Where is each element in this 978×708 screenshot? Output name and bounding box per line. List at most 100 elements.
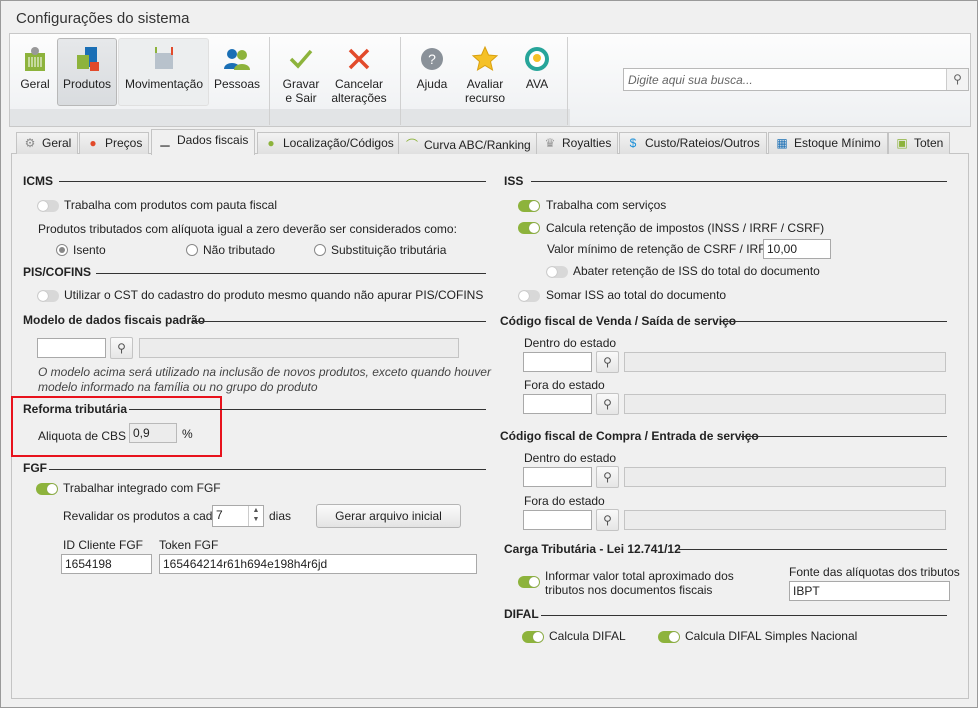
- difal-simples-toggle[interactable]: [658, 631, 680, 643]
- venda-fora-lookup[interactable]: ⚲: [596, 393, 619, 415]
- lightbulb-icon: [525, 47, 549, 71]
- ava-button[interactable]: AVA: [515, 38, 559, 106]
- pauta-fiscal-toggle[interactable]: [37, 200, 59, 212]
- tab-curva-abc[interactable]: ⌒ Curva ABC/Ranking: [398, 132, 538, 154]
- people-icon: [224, 49, 250, 70]
- cart-icon: ▣: [896, 136, 908, 150]
- venda-dentro-description: [624, 352, 946, 372]
- avaliar-recurso-button[interactable]: Avaliar recurso: [461, 38, 509, 106]
- divider: [193, 321, 486, 322]
- tab-dados-fiscais[interactable]: ▁ Dados fiscais: [151, 129, 256, 155]
- revalidar-label: Revalidar os produtos a cada: [63, 509, 220, 523]
- aliquota-zero-label: Produtos tributados com alíquota igual a…: [38, 222, 457, 236]
- modelo-heading: Modelo de dados fiscais padrão: [23, 313, 206, 327]
- svg-text:?: ?: [428, 51, 436, 67]
- carga-heading: Carga Tributária - Lei 12.741/12: [504, 542, 681, 556]
- abater-toggle[interactable]: [546, 266, 568, 278]
- radio-substituicao[interactable]: [314, 244, 326, 256]
- revalidar-dias-stepper[interactable]: 7 ▲ ▼: [212, 505, 264, 527]
- id-cliente-label: ID Cliente FGF: [63, 538, 144, 552]
- ajuda-button[interactable]: ? Ajuda: [411, 38, 453, 106]
- compra-dentro-input[interactable]: [523, 467, 592, 487]
- valor-minimo-input[interactable]: 10,00: [763, 239, 831, 259]
- tab-precos[interactable]: ● Preços: [79, 132, 150, 154]
- curve-icon: ⌒: [405, 138, 418, 152]
- window-title: Configurações do sistema: [16, 10, 190, 27]
- divider: [129, 409, 486, 410]
- radio-nao-tributado-label: Não tributado: [203, 243, 276, 257]
- gear-icon: ⚙: [24, 136, 36, 150]
- divider: [96, 273, 486, 274]
- crown-icon: ♛: [544, 136, 556, 150]
- gravar-sair-button[interactable]: Gravar e Sair: [278, 38, 324, 106]
- toolbar-separator: [567, 37, 568, 125]
- compra-heading: Código fiscal de Compra / Entrada de ser…: [500, 429, 759, 443]
- calcula-difal-label: Calcula DIFAL: [549, 629, 626, 643]
- venda-dentro-label: Dentro do estado: [524, 336, 617, 350]
- person-icon: ●: [267, 136, 275, 150]
- chart-icon: ▁: [160, 133, 170, 147]
- search-icon: ⚲: [117, 341, 126, 355]
- servicos-toggle[interactable]: [518, 200, 540, 212]
- cst-toggle[interactable]: [37, 290, 59, 302]
- retencao-toggle[interactable]: [518, 222, 540, 234]
- tab-geral[interactable]: ⚙ Geral: [16, 132, 79, 154]
- compra-dentro-label: Dentro do estado: [524, 451, 617, 465]
- divider: [721, 321, 947, 322]
- pauta-fiscal-label: Trabalha com produtos com pauta fiscal: [64, 198, 277, 212]
- toolbar-pessoas-button[interactable]: Pessoas: [211, 38, 263, 106]
- servicos-label: Trabalha com serviços: [546, 198, 667, 212]
- tab-localizacao-codigos[interactable]: ● Localização/Códigos: [257, 132, 401, 154]
- venda-dentro-lookup[interactable]: ⚲: [596, 351, 619, 373]
- reforma-heading: Reforma tributária: [23, 402, 128, 416]
- search-icon: ⚲: [603, 513, 612, 527]
- radio-nao-tributado[interactable]: [186, 244, 198, 256]
- divider: [741, 436, 947, 437]
- tab-estoque-minimo[interactable]: ▦ Estoque Mínimo: [768, 132, 888, 154]
- icms-heading: ICMS: [23, 174, 53, 188]
- retencao-label: Calcula retenção de impostos (INSS / IRR…: [546, 221, 825, 235]
- modelo-note: O modelo acima será utilizado na inclusã…: [38, 365, 491, 379]
- modelo-lookup-button[interactable]: ⚲: [110, 337, 133, 359]
- compra-fora-lookup[interactable]: ⚲: [596, 509, 619, 531]
- radio-isento[interactable]: [56, 244, 68, 256]
- informar-tributos-toggle[interactable]: [518, 576, 540, 588]
- id-cliente-input[interactable]: 1654198: [61, 554, 152, 574]
- iss-heading: ISS: [504, 174, 524, 188]
- products-icon: [77, 47, 99, 71]
- toolbar-separator: [400, 37, 401, 125]
- price-icon: ●: [89, 136, 97, 150]
- cbs-input[interactable]: 0,9: [129, 423, 177, 443]
- modelo-code-input[interactable]: [37, 338, 106, 358]
- venda-fora-description: [624, 394, 946, 414]
- tab-custo-rateios[interactable]: $ Custo/Rateios/Outros: [619, 132, 767, 154]
- token-label: Token FGF: [159, 538, 219, 552]
- tab-toten[interactable]: ▣ Toten: [888, 132, 951, 154]
- toolbar-geral-button[interactable]: Geral: [15, 38, 55, 106]
- venda-dentro-input[interactable]: [523, 352, 592, 372]
- venda-fora-input[interactable]: [523, 394, 592, 414]
- cancelar-alteracoes-button[interactable]: Cancelar alterações: [329, 38, 389, 106]
- informar-tributos-label: Informar valor total aproximado dos: [545, 569, 734, 583]
- compra-fora-input[interactable]: [523, 510, 592, 530]
- radio-substituicao-label: Substituição tributária: [331, 243, 447, 257]
- toolbar-produtos-button[interactable]: Produtos: [57, 38, 117, 106]
- fgf-integrado-toggle[interactable]: [36, 483, 58, 495]
- tab-royalties[interactable]: ♛ Royalties: [536, 132, 619, 154]
- movement-icon: [155, 47, 173, 69]
- search-icon: ⚲: [953, 72, 962, 86]
- modelo-note: modelo informado na família ou no grupo …: [38, 380, 318, 394]
- token-input[interactable]: 165464214r61h694e198h4r6jd: [159, 554, 477, 574]
- search-input[interactable]: Digite aqui sua busca... ⚲: [623, 68, 969, 91]
- fonte-aliquotas-input[interactable]: IBPT: [789, 581, 950, 601]
- compra-dentro-lookup[interactable]: ⚲: [596, 466, 619, 488]
- toolbar-movimentacao-button[interactable]: Movimentação: [119, 38, 209, 106]
- calcula-difal-toggle[interactable]: [522, 631, 544, 643]
- spinner-arrows-icon[interactable]: ▲ ▼: [248, 506, 263, 526]
- divider: [541, 615, 947, 616]
- dias-label: dias: [269, 509, 292, 523]
- search-button[interactable]: ⚲: [946, 69, 968, 90]
- gerar-arquivo-button[interactable]: Gerar arquivo inicial: [316, 504, 461, 528]
- modelo-description-field: [139, 338, 459, 358]
- somar-iss-toggle[interactable]: [518, 290, 540, 302]
